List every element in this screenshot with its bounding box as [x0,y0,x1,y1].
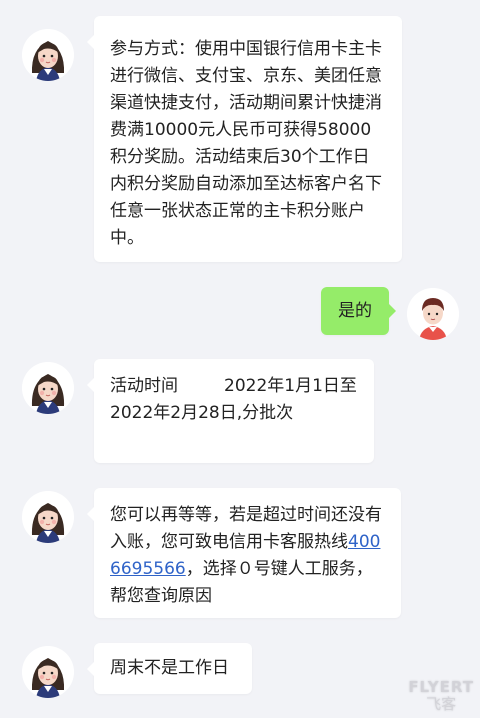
flyert-watermark: FLYERT 飞客 [408,680,474,712]
agent-message-bubble: 参与方式：使用中国银行信用卡主卡进行微信、支付宝、京东、美团任意渠道快捷支付，活… [87,16,402,262]
agent-message-bubble: 周末不是工作日 [87,643,252,694]
agent-avatar-icon [22,646,74,698]
agent-avatar-icon [22,491,74,543]
user-message-text: 是的 [338,300,372,321]
agent-message-bubble: 您可以再等等，若是超过时间还没有入账，您可致电信用卡客服热线4006695566… [87,488,401,618]
user-avatar-icon [407,288,459,340]
agent-message-text: 参与方式：使用中国银行信用卡主卡进行微信、支付宝、京东、美团任意渠道快捷支付，活… [110,39,382,248]
agent-avatar-icon [22,362,74,414]
agent-message-text: 周末不是工作日 [110,658,229,678]
activity-time-label: 活动时间 [110,376,178,396]
agent-avatar-icon [22,29,74,81]
user-message-bubble: 是的 [321,287,396,335]
chat-conversation[interactable]: 参与方式：使用中国银行信用卡主卡进行微信、支付宝、京东、美团任意渠道快捷支付，活… [0,0,480,718]
watermark-subtitle: 飞客 [426,695,457,713]
agent-message-text: 您可以再等等，若是超过时间还没有入账，您可致电信用卡客服热线 [110,505,382,552]
watermark-brand: FLYERT [408,678,474,696]
agent-message-bubble: 活动时间 2022年1月1日至2022年2月28日,分批次 [87,359,374,463]
